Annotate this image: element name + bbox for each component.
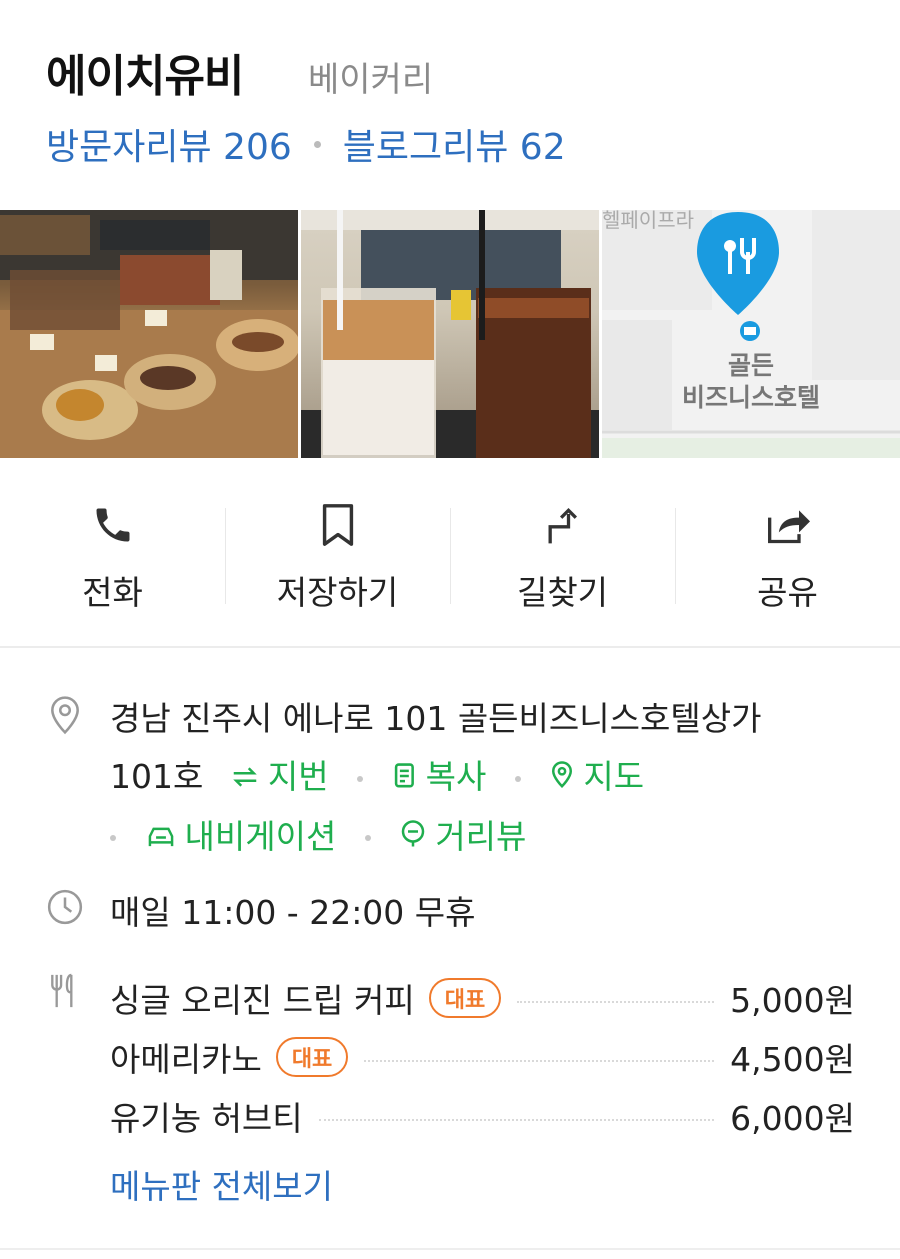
map-label-line1: 골든 (727, 351, 774, 380)
map-pin-icon (549, 750, 575, 808)
view-full-menu-link[interactable]: 메뉴판 전체보기 (110, 1160, 333, 1208)
map-street-label: 헬페이프라 (602, 210, 694, 232)
navigation-button[interactable]: 내비게이션 (145, 816, 337, 856)
place-category: 베이커리 (308, 60, 434, 100)
call-button[interactable]: 전화 (0, 490, 225, 620)
action-bar: 전화 저장하기 길찾기 공유 (0, 490, 900, 620)
copy-label: 복사 (425, 757, 487, 796)
street-view-button[interactable]: 거리뷰 (399, 817, 526, 856)
directions-label: 길찾기 (516, 573, 609, 612)
separator-dot (514, 775, 521, 782)
location-pin-icon (46, 694, 84, 740)
address-line1: 경남 진주시 에나로 101 골든비즈니스호텔상가 (110, 699, 762, 738)
swap-icon (230, 750, 260, 808)
dotted-leader (517, 1000, 715, 1003)
review-links: 방문자리뷰 206 블로그리뷰 62 (46, 118, 566, 170)
directions-icon (541, 490, 585, 560)
map-button[interactable]: 지도 (549, 757, 644, 796)
fork-knife-icon (46, 972, 82, 1014)
map-thumbnail[interactable]: 헬페이프라 골든 비즈니스호텔 (602, 210, 900, 458)
map-label-line2: 비즈니스호텔 (681, 383, 820, 412)
visitor-reviews-link[interactable]: 방문자리뷰 206 (46, 118, 292, 170)
iced-coffee-image (301, 210, 599, 458)
bookmark-icon (318, 490, 358, 560)
separator-dot (364, 835, 371, 841)
call-label: 전화 (82, 573, 143, 612)
separator-dot (313, 140, 321, 148)
menu-item-name: 아메리카노 (110, 1039, 262, 1079)
phone-icon (91, 490, 135, 560)
address-line3: 내비게이션 거리뷰 (110, 808, 870, 868)
jibun-label: 지번 (267, 757, 329, 796)
photo-strip: 헬페이프라 골든 비즈니스호텔 (0, 210, 900, 458)
signature-badge: 대표 (428, 977, 502, 1018)
map-place-label: 골든 비즈니스호텔 (602, 350, 900, 414)
menu-list: 싱글 오리진 드립 커피 대표 5,000원 아메리카노 대표 4,500원 유… (110, 968, 855, 1145)
jibun-button[interactable]: 지번 (230, 757, 329, 796)
dotted-leader (364, 1059, 715, 1062)
address-unit: 101호 (110, 757, 204, 796)
navigation-label: 내비게이션 (184, 816, 337, 856)
copy-button[interactable]: 복사 (392, 757, 487, 796)
menu-item-price: 6,000원 (730, 1098, 855, 1138)
map-label: 지도 (583, 757, 645, 796)
save-label: 저장하기 (276, 573, 399, 612)
map-image (602, 210, 900, 458)
bakery-display-image (0, 210, 298, 458)
save-button[interactable]: 저장하기 (225, 490, 450, 620)
separator-dot (357, 775, 364, 782)
bakery-photo[interactable] (0, 210, 298, 458)
menu-item-price: 5,000원 (730, 980, 855, 1020)
separator-dot (110, 835, 116, 841)
menu-item[interactable]: 유기농 허브티 6,000원 (110, 1086, 855, 1145)
menu-item-name: 싱글 오리진 드립 커피 (110, 980, 415, 1020)
car-icon (145, 809, 177, 867)
share-button[interactable]: 공유 (675, 490, 900, 620)
business-hours[interactable]: 매일 11:00 - 22:00 무휴 (110, 886, 476, 934)
dotted-leader (318, 1118, 715, 1121)
menu-item-price: 4,500원 (730, 1039, 855, 1079)
share-label: 공유 (757, 573, 818, 612)
menu-item-name: 유기농 허브티 (110, 1098, 303, 1138)
copy-icon (392, 750, 418, 808)
signature-badge: 대표 (275, 1036, 349, 1077)
drinks-photo[interactable] (301, 210, 599, 458)
blog-reviews-link[interactable]: 블로그리뷰 62 (343, 118, 566, 170)
directions-button[interactable]: 길찾기 (450, 490, 675, 620)
menu-item[interactable]: 아메리카노 대표 4,500원 (110, 1027, 855, 1086)
clock-icon (46, 888, 84, 930)
share-icon (764, 490, 812, 560)
street-view-label: 거리뷰 (435, 816, 527, 856)
bottom-divider (0, 1248, 900, 1250)
place-name: 에이치유비 (46, 51, 244, 102)
section-divider (0, 646, 900, 648)
menu-item[interactable]: 싱글 오리진 드립 커피 대표 5,000원 (110, 968, 855, 1027)
address-block: 경남 진주시 에나로 101 골든비즈니스호텔상가 101호 지번 복사 지도 … (110, 690, 870, 867)
street-view-icon (399, 809, 427, 867)
address-line2: 101호 지번 복사 지도 (110, 748, 870, 808)
